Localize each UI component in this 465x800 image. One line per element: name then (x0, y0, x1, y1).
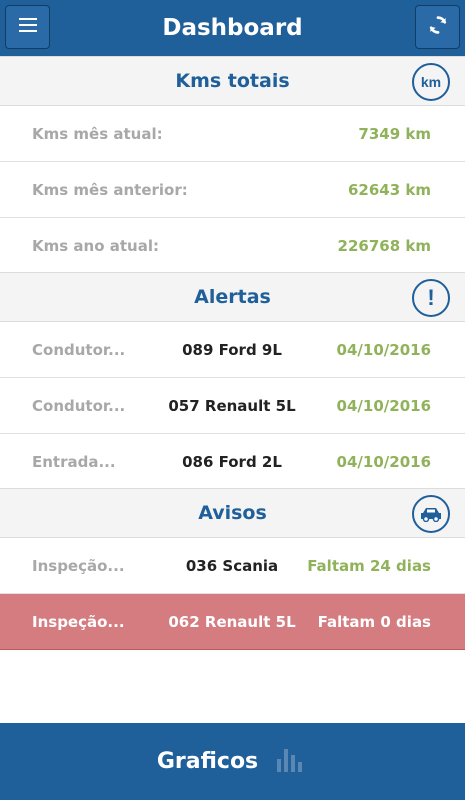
graficos-button[interactable]: Graficos (0, 723, 465, 800)
warning-row-critical[interactable]: Inspeção... 062 Renault 5L Faltam 0 dias (0, 594, 465, 650)
alert-row[interactable]: Entrada... 086 Ford 2L 04/10/2016 (0, 434, 465, 490)
warning-type: Inspeção... (32, 612, 125, 631)
kms-row-previous-month: Kms mês anterior: 62643 km (0, 162, 465, 218)
alert-date: 04/10/2016 (336, 453, 431, 471)
kms-label: Kms mês anterior: (32, 180, 188, 199)
kms-label: Kms mês atual: (32, 124, 163, 143)
kms-section-title: Kms totais (175, 70, 290, 92)
bar-chart-icon (276, 745, 308, 778)
avisos-section-title: Avisos (198, 502, 267, 524)
refresh-button[interactable] (415, 5, 460, 49)
warning-row[interactable]: Inspeção... 036 Scania Faltam 24 dias (0, 538, 465, 594)
kms-value: 226768 km (337, 237, 431, 255)
alert-vehicle: 086 Ford 2L (182, 453, 282, 471)
hamburger-menu-icon (18, 17, 37, 37)
alert-type: Condutor... (32, 396, 126, 415)
alertas-section-title: Alertas (194, 286, 271, 308)
warning-remaining: Faltam 24 dias (307, 556, 431, 575)
warning-vehicle: 062 Renault 5L (168, 612, 296, 631)
alert-date: 04/10/2016 (336, 340, 431, 359)
alert-date: 04/10/2016 (336, 396, 431, 415)
menu-button[interactable] (5, 5, 50, 49)
kms-value: 7349 km (358, 124, 431, 143)
km-icon[interactable]: km (412, 63, 450, 101)
warning-vehicle: 036 Scania (185, 556, 279, 575)
kms-row-current-month: Kms mês atual: 7349 km (0, 106, 465, 162)
kms-label: Kms ano atual: (32, 237, 159, 255)
car-icon[interactable] (412, 495, 450, 533)
alert-vehicle: 057 Renault 5L (168, 396, 296, 415)
graficos-label: Graficos (156, 749, 259, 774)
refresh-icon (427, 14, 449, 41)
app-header: Dashboard (0, 0, 465, 56)
alertas-section-header: Alertas ! (0, 272, 465, 322)
kms-value: 62643 km (347, 180, 431, 199)
avisos-section-header: Avisos (0, 488, 465, 538)
warning-type: Inspeção... (32, 556, 125, 575)
kms-section-header: Kms totais km (0, 56, 465, 106)
alert-row[interactable]: Condutor... 057 Renault 5L 04/10/2016 (0, 378, 465, 434)
alert-vehicle: 089 Ford 9L (182, 340, 282, 359)
kms-row-current-year: Kms ano atual: 226768 km (0, 218, 465, 274)
warning-remaining: Faltam 0 dias (317, 612, 431, 631)
alert-row[interactable]: Condutor... 089 Ford 9L 04/10/2016 (0, 322, 465, 378)
alert-type: Entrada... (32, 453, 116, 471)
alert-type: Condutor... (32, 340, 126, 359)
exclamation-icon[interactable]: ! (412, 279, 450, 317)
page-title: Dashboard (162, 15, 303, 41)
